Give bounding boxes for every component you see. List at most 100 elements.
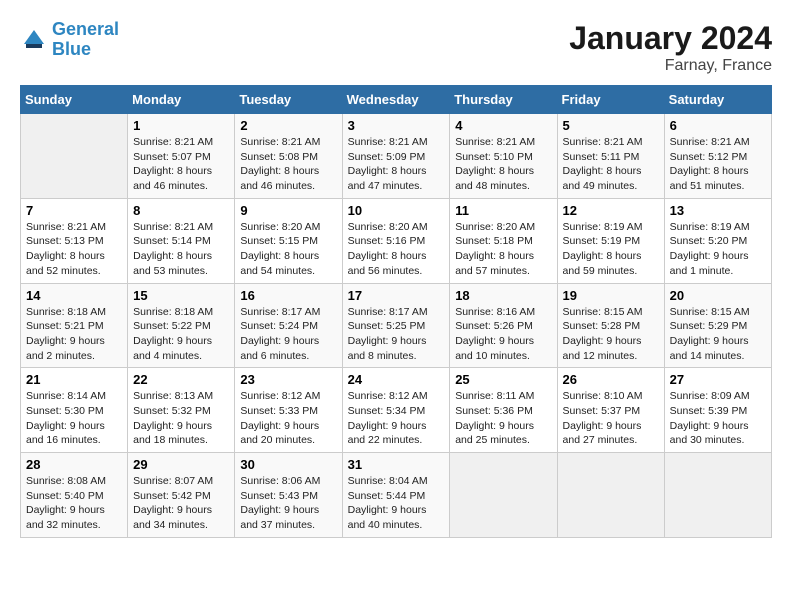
- day-number: 7: [26, 203, 122, 218]
- day-number: 10: [348, 203, 445, 218]
- calendar-cell: 20 Sunrise: 8:15 AMSunset: 5:29 PMDayligh…: [664, 283, 771, 368]
- calendar-cell: 23 Sunrise: 8:12 AMSunset: 5:33 PMDayligh…: [235, 368, 342, 453]
- day-number: 8: [133, 203, 229, 218]
- calendar-cell: 13 Sunrise: 8:19 AMSunset: 5:20 PMDayligh…: [664, 198, 771, 283]
- calendar-table: SundayMondayTuesdayWednesdayThursdayFrid…: [20, 85, 772, 538]
- day-number: 18: [455, 288, 551, 303]
- day-info: Sunrise: 8:21 AMSunset: 5:12 PMDaylight:…: [670, 135, 766, 194]
- calendar-cell: 24 Sunrise: 8:12 AMSunset: 5:34 PMDayligh…: [342, 368, 450, 453]
- day-number: 16: [240, 288, 336, 303]
- logo: General Blue: [20, 20, 119, 60]
- day-info: Sunrise: 8:21 AMSunset: 5:09 PMDaylight:…: [348, 135, 445, 194]
- day-info: Sunrise: 8:21 AMSunset: 5:08 PMDaylight:…: [240, 135, 336, 194]
- calendar-cell: 16 Sunrise: 8:17 AMSunset: 5:24 PMDayligh…: [235, 283, 342, 368]
- day-info: Sunrise: 8:14 AMSunset: 5:30 PMDaylight:…: [26, 389, 122, 448]
- day-number: 3: [348, 118, 445, 133]
- day-number: 29: [133, 457, 229, 472]
- day-info: Sunrise: 8:21 AMSunset: 5:13 PMDaylight:…: [26, 220, 122, 279]
- day-info: Sunrise: 8:15 AMSunset: 5:29 PMDaylight:…: [670, 305, 766, 364]
- calendar-cell: 15 Sunrise: 8:18 AMSunset: 5:22 PMDayligh…: [128, 283, 235, 368]
- day-number: 11: [455, 203, 551, 218]
- day-info: Sunrise: 8:17 AMSunset: 5:25 PMDaylight:…: [348, 305, 445, 364]
- calendar-cell: 18 Sunrise: 8:16 AMSunset: 5:26 PMDayligh…: [450, 283, 557, 368]
- day-number: 25: [455, 372, 551, 387]
- day-number: 22: [133, 372, 229, 387]
- calendar-cell: 9 Sunrise: 8:20 AMSunset: 5:15 PMDaylight…: [235, 198, 342, 283]
- calendar-cell: 1Sunrise: 8:21 AMSunset: 5:07 PMDaylight…: [128, 114, 235, 199]
- day-info: Sunrise: 8:16 AMSunset: 5:26 PMDaylight:…: [455, 305, 551, 364]
- logo-icon: [20, 26, 48, 54]
- calendar-cell: 12 Sunrise: 8:19 AMSunset: 5:19 PMDayligh…: [557, 198, 664, 283]
- calendar-cell: 17Sunrise: 8:17 AMSunset: 5:25 PMDayligh…: [342, 283, 450, 368]
- calendar-cell: 7 Sunrise: 8:21 AMSunset: 5:13 PMDaylight…: [21, 198, 128, 283]
- week-row-3: 14 Sunrise: 8:18 AMSunset: 5:21 PMDayligh…: [21, 283, 772, 368]
- calendar-cell: 26 Sunrise: 8:10 AMSunset: 5:37 PMDayligh…: [557, 368, 664, 453]
- calendar-cell: 31 Sunrise: 8:04 AMSunset: 5:44 PMDayligh…: [342, 453, 450, 538]
- column-header-friday: Friday: [557, 86, 664, 114]
- column-header-thursday: Thursday: [450, 86, 557, 114]
- subtitle: Farnay, France: [569, 57, 772, 75]
- day-info: Sunrise: 8:21 AMSunset: 5:14 PMDaylight:…: [133, 220, 229, 279]
- day-number: 26: [563, 372, 659, 387]
- column-header-wednesday: Wednesday: [342, 86, 450, 114]
- day-info: Sunrise: 8:20 AMSunset: 5:18 PMDaylight:…: [455, 220, 551, 279]
- day-info: Sunrise: 8:06 AMSunset: 5:43 PMDaylight:…: [240, 474, 336, 533]
- day-number: 24: [348, 372, 445, 387]
- day-info: Sunrise: 8:15 AMSunset: 5:28 PMDaylight:…: [563, 305, 659, 364]
- calendar-cell: [21, 114, 128, 199]
- day-info: Sunrise: 8:19 AMSunset: 5:20 PMDaylight:…: [670, 220, 766, 279]
- day-number: 31: [348, 457, 445, 472]
- day-number: 19: [563, 288, 659, 303]
- day-info: Sunrise: 8:12 AMSunset: 5:34 PMDaylight:…: [348, 389, 445, 448]
- calendar-cell: 25 Sunrise: 8:11 AMSunset: 5:36 PMDayligh…: [450, 368, 557, 453]
- week-row-5: 28 Sunrise: 8:08 AMSunset: 5:40 PMDayligh…: [21, 453, 772, 538]
- calendar-cell: 22 Sunrise: 8:13 AMSunset: 5:32 PMDayligh…: [128, 368, 235, 453]
- day-info: Sunrise: 8:07 AMSunset: 5:42 PMDaylight:…: [133, 474, 229, 533]
- day-number: 21: [26, 372, 122, 387]
- calendar-cell: 28 Sunrise: 8:08 AMSunset: 5:40 PMDayligh…: [21, 453, 128, 538]
- calendar-cell: 11 Sunrise: 8:20 AMSunset: 5:18 PMDayligh…: [450, 198, 557, 283]
- day-number: 14: [26, 288, 122, 303]
- day-info: Sunrise: 8:11 AMSunset: 5:36 PMDaylight:…: [455, 389, 551, 448]
- title-block: January 2024 Farnay, France: [569, 20, 772, 75]
- day-number: 12: [563, 203, 659, 218]
- day-info: Sunrise: 8:12 AMSunset: 5:33 PMDaylight:…: [240, 389, 336, 448]
- day-number: 15: [133, 288, 229, 303]
- day-number: 9: [240, 203, 336, 218]
- calendar-cell: 10 Sunrise: 8:20 AMSunset: 5:16 PMDayligh…: [342, 198, 450, 283]
- day-info: Sunrise: 8:17 AMSunset: 5:24 PMDaylight:…: [240, 305, 336, 364]
- week-row-4: 21 Sunrise: 8:14 AMSunset: 5:30 PMDayligh…: [21, 368, 772, 453]
- day-number: 6: [670, 118, 766, 133]
- day-info: Sunrise: 8:19 AMSunset: 5:19 PMDaylight:…: [563, 220, 659, 279]
- day-info: Sunrise: 8:13 AMSunset: 5:32 PMDaylight:…: [133, 389, 229, 448]
- day-number: 23: [240, 372, 336, 387]
- day-info: Sunrise: 8:21 AMSunset: 5:10 PMDaylight:…: [455, 135, 551, 194]
- header-row: SundayMondayTuesdayWednesdayThursdayFrid…: [21, 86, 772, 114]
- calendar-cell: [557, 453, 664, 538]
- day-number: 30: [240, 457, 336, 472]
- day-info: Sunrise: 8:04 AMSunset: 5:44 PMDaylight:…: [348, 474, 445, 533]
- week-row-1: 1Sunrise: 8:21 AMSunset: 5:07 PMDaylight…: [21, 114, 772, 199]
- column-header-saturday: Saturday: [664, 86, 771, 114]
- day-number: 28: [26, 457, 122, 472]
- day-info: Sunrise: 8:10 AMSunset: 5:37 PMDaylight:…: [563, 389, 659, 448]
- day-number: 4: [455, 118, 551, 133]
- day-number: 27: [670, 372, 766, 387]
- week-row-2: 7 Sunrise: 8:21 AMSunset: 5:13 PMDaylight…: [21, 198, 772, 283]
- day-info: Sunrise: 8:08 AMSunset: 5:40 PMDaylight:…: [26, 474, 122, 533]
- calendar-cell: [664, 453, 771, 538]
- column-header-tuesday: Tuesday: [235, 86, 342, 114]
- day-info: Sunrise: 8:20 AMSunset: 5:16 PMDaylight:…: [348, 220, 445, 279]
- calendar-cell: 8 Sunrise: 8:21 AMSunset: 5:14 PMDaylight…: [128, 198, 235, 283]
- day-info: Sunrise: 8:18 AMSunset: 5:21 PMDaylight:…: [26, 305, 122, 364]
- calendar-cell: 14 Sunrise: 8:18 AMSunset: 5:21 PMDayligh…: [21, 283, 128, 368]
- day-info: Sunrise: 8:09 AMSunset: 5:39 PMDaylight:…: [670, 389, 766, 448]
- day-info: Sunrise: 8:18 AMSunset: 5:22 PMDaylight:…: [133, 305, 229, 364]
- day-number: 20: [670, 288, 766, 303]
- calendar-cell: 27 Sunrise: 8:09 AMSunset: 5:39 PMDayligh…: [664, 368, 771, 453]
- day-number: 13: [670, 203, 766, 218]
- day-info: Sunrise: 8:20 AMSunset: 5:15 PMDaylight:…: [240, 220, 336, 279]
- calendar-cell: [450, 453, 557, 538]
- logo-text: General Blue: [52, 20, 119, 60]
- calendar-cell: 30 Sunrise: 8:06 AMSunset: 5:43 PMDayligh…: [235, 453, 342, 538]
